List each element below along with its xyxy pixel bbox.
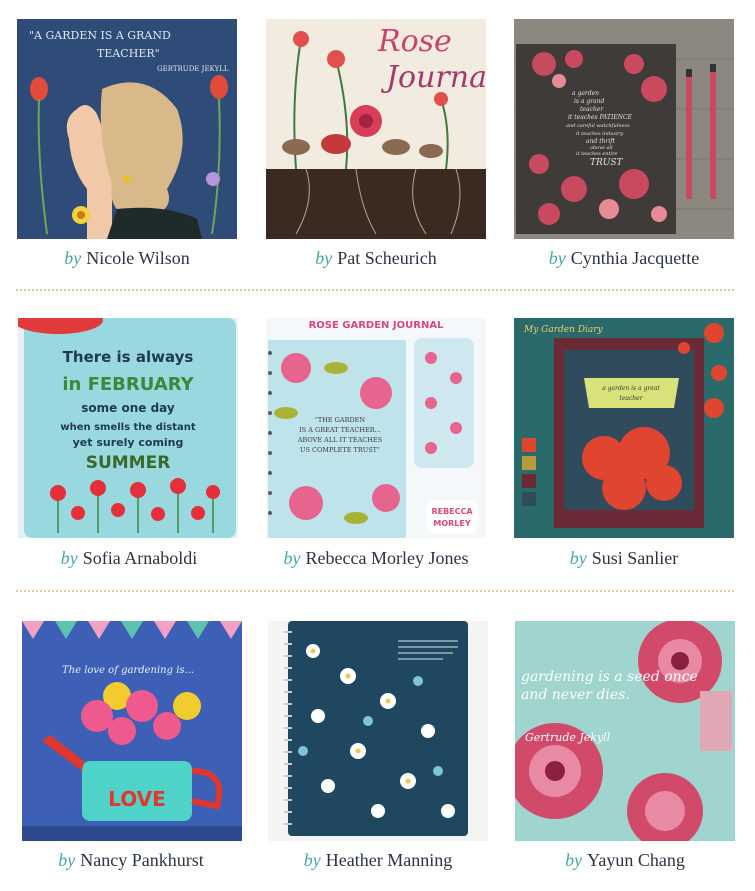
by-label: by — [64, 248, 82, 268]
svg-text:My Garden Diary: My Garden Diary — [523, 325, 604, 335]
credit-yayun-chang: by Yayun Chang — [500, 850, 750, 871]
svg-text:GERTRUDE JEKYLL: GERTRUDE JEKYLL — [157, 65, 229, 73]
credit-heather-manning: by Heather Manning — [253, 850, 503, 871]
artwork-rebecca-morley-jones[interactable]: ROSE GARDEN JOURNAL "THE GARDEN IS A GRE… — [266, 318, 486, 538]
svg-text:Gertrude Jekyll: Gertrude Jekyll — [525, 731, 611, 744]
svg-text:yet surely coming: yet surely coming — [73, 436, 184, 449]
artist-name[interactable]: Rebecca Morley Jones — [306, 548, 469, 568]
garden-notebook-artwork: a garden is a grand teacher it teaches P… — [514, 19, 734, 239]
artist-name[interactable]: Susi Sanlier — [592, 548, 679, 568]
artwork-nancy-pankhurst[interactable]: The love of gardening is... LOVE — [22, 621, 242, 841]
svg-text:SUMMER: SUMMER — [86, 453, 171, 473]
artwork-sofia-arnaboldi[interactable]: There is always in FEBRUARY some one day… — [18, 318, 238, 538]
svg-text:a garden is a great: a garden is a great — [602, 385, 660, 392]
garden-diary-artwork: My Garden Diary a garden is a great teac… — [514, 318, 734, 538]
svg-text:some one day: some one day — [81, 401, 175, 415]
credit-cynthia-jacquette: by Cynthia Jacquette — [499, 248, 749, 269]
svg-text:and thrift: and thrift — [586, 138, 615, 145]
svg-text:REBECCA: REBECCA — [431, 507, 473, 516]
by-label: by — [569, 548, 587, 568]
artist-name[interactable]: Yayun Chang — [587, 850, 685, 870]
artwork-susi-sanlier[interactable]: My Garden Diary a garden is a great teac… — [514, 318, 734, 538]
svg-text:gardening is a seed once: gardening is a seed once — [521, 669, 698, 685]
artist-name[interactable]: Nancy Pankhurst — [80, 850, 203, 870]
svg-text:is a grand: is a grand — [574, 98, 605, 105]
artist-name[interactable]: Heather Manning — [326, 850, 452, 870]
svg-text:"A GARDEN IS A GRAND: "A GARDEN IS A GRAND — [29, 29, 171, 42]
row-separator — [16, 590, 734, 592]
floral-notebook-artwork — [268, 621, 488, 841]
artist-name[interactable]: Pat Scheurich — [337, 248, 436, 268]
by-label: by — [303, 850, 321, 870]
watering-can-artwork: The love of gardening is... LOVE — [22, 621, 242, 841]
svg-text:teacher: teacher — [619, 395, 643, 402]
gardening-seed-artwork: gardening is a seed once and never dies.… — [515, 621, 735, 841]
svg-text:LOVE: LOVE — [108, 787, 166, 811]
svg-text:ROSE GARDEN JOURNAL: ROSE GARDEN JOURNAL — [309, 320, 444, 331]
svg-text:IS A GREAT TEACHER...: IS A GREAT TEACHER... — [299, 426, 381, 434]
credit-rebecca-morley-jones: by Rebecca Morley Jones — [251, 548, 501, 569]
svg-text:TEACHER": TEACHER" — [97, 47, 160, 60]
svg-text:MORLEY: MORLEY — [433, 519, 470, 528]
artist-name[interactable]: Sofia Arnaboldi — [83, 548, 198, 568]
february-notebook-artwork: There is always in FEBRUARY some one day… — [18, 318, 238, 538]
svg-text:"THE GARDEN: "THE GARDEN — [315, 416, 366, 424]
svg-text:There is always: There is always — [63, 348, 194, 366]
svg-text:a garden: a garden — [572, 90, 599, 97]
credit-nicole-wilson: by Nicole Wilson — [2, 248, 252, 269]
by-label: by — [548, 248, 566, 268]
garden-portrait-artwork: "A GARDEN IS A GRAND TEACHER" GERTRUDE J… — [17, 19, 237, 239]
by-label: by — [565, 850, 583, 870]
artwork-pat-scheurich[interactable]: Rose Journal — [266, 19, 486, 239]
rose-garden-journal-artwork: ROSE GARDEN JOURNAL "THE GARDEN IS A GRE… — [266, 318, 486, 538]
svg-text:Rose: Rose — [377, 24, 452, 59]
credit-sofia-arnaboldi: by Sofia Arnaboldi — [4, 548, 254, 569]
svg-text:US COMPLETE TRUST": US COMPLETE TRUST" — [300, 446, 380, 454]
artist-name[interactable]: Cynthia Jacquette — [571, 248, 699, 268]
by-label: by — [58, 850, 76, 870]
svg-text:TRUST: TRUST — [590, 158, 624, 168]
artist-name[interactable]: Nicole Wilson — [86, 248, 189, 268]
svg-text:Journal: Journal — [380, 60, 486, 95]
by-label: by — [60, 548, 78, 568]
svg-text:The love of gardening is...: The love of gardening is... — [62, 665, 194, 676]
svg-text:it teaches industry: it teaches industry — [576, 131, 623, 137]
credit-pat-scheurich: by Pat Scheurich — [251, 248, 501, 269]
svg-text:it teaches PATIENCE: it teaches PATIENCE — [568, 114, 633, 121]
svg-text:in FEBRUARY: in FEBRUARY — [62, 374, 194, 395]
artwork-yayun-chang[interactable]: gardening is a seed once and never dies.… — [515, 621, 735, 841]
artwork-heather-manning[interactable] — [268, 621, 488, 841]
svg-text:teacher: teacher — [580, 106, 604, 113]
by-label: by — [283, 548, 301, 568]
rose-journal-artwork: Rose Journal — [266, 19, 486, 239]
svg-text:and never dies.: and never dies. — [521, 687, 630, 703]
by-label: by — [315, 248, 333, 268]
svg-text:when smells the distant: when smells the distant — [60, 422, 196, 433]
credit-nancy-pankhurst: by Nancy Pankhurst — [6, 850, 256, 871]
artwork-nicole-wilson[interactable]: "A GARDEN IS A GRAND TEACHER" GERTRUDE J… — [17, 19, 237, 239]
svg-text:ABOVE ALL IT TEACHES: ABOVE ALL IT TEACHES — [297, 436, 382, 444]
artwork-cynthia-jacquette[interactable]: a garden is a grand teacher it teaches P… — [514, 19, 734, 239]
svg-text:it teaches entire: it teaches entire — [576, 151, 617, 157]
row-separator — [16, 289, 734, 291]
credit-susi-sanlier: by Susi Sanlier — [499, 548, 749, 569]
svg-text:and careful watchfulness: and careful watchfulness — [566, 123, 630, 129]
